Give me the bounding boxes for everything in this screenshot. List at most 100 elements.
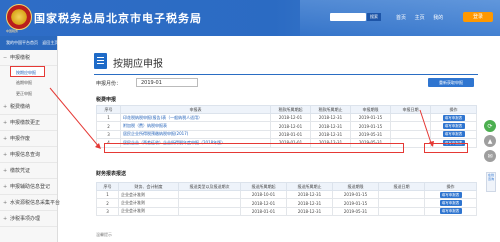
cell-period-start: 2018-01-01 <box>270 129 311 140</box>
sidebar-subitem-correct-declare[interactable]: 更正申报 <box>0 88 57 99</box>
col-header-submit-type: 报送类型以及报送期次 <box>178 182 241 191</box>
chat-icon[interactable]: ✉ <box>484 150 496 162</box>
cell-action: 填写申报表 <box>430 129 477 140</box>
logo-subtitle: 中国税务 <box>6 29 19 33</box>
cell-deadline: 2019-01-15 <box>332 198 379 208</box>
col-header-period-end: 报送所属期止 <box>286 182 333 191</box>
floating-toolbar: ⟳ ▲ ✉ <box>484 120 496 165</box>
sidebar-item-query[interactable]: 申报信息查询 <box>0 147 57 163</box>
sidebar: 我的中国平台首页 返回主页 申报缴税 按期应申报 逾期申报 更正申报 税费缴纳 … <box>0 36 60 242</box>
col-header-accounting: 财务、会计制度 <box>118 182 179 191</box>
col-header-submit-date: 报送日期 <box>378 182 425 191</box>
cell-index: 3 <box>96 206 119 217</box>
cell-deadline: 2019-01-15 <box>350 112 391 123</box>
cell-period-start: 2018-12-01 <box>240 198 287 208</box>
form-name-link[interactable]: 附加税（费）纳税申报表 <box>123 123 167 128</box>
fill-report-button[interactable]: 填写申报表 <box>439 208 462 215</box>
finance-table-header: 序号 财务、会计制度 报送类型以及报送期次 报送所属期起 报送所属期止 报送期限… <box>96 182 477 191</box>
cell-form: 附加税（费）纳税申报表 <box>120 121 271 131</box>
cell-period-end: 2018-12-31 <box>310 129 351 140</box>
tax-section-title: 税费申报 <box>96 97 117 103</box>
login-button[interactable]: 登录 <box>463 12 493 22</box>
sidebar-item-declare-pay[interactable]: 申报缴税 <box>0 50 57 66</box>
cell-submit-type <box>178 198 241 208</box>
cell-index: 2 <box>96 121 121 131</box>
table-row: 3 企业会计准则 2018-01-01 2018-12-31 2019-05-3… <box>96 206 477 217</box>
cell-submit-date <box>378 206 425 217</box>
sidebar-item-voucher[interactable]: 缴款凭证 <box>0 163 57 179</box>
search-input[interactable] <box>330 13 366 21</box>
refresh-declare-button[interactable]: 重新获取申报 <box>428 78 474 87</box>
cell-deadline: 2019-05-31 <box>332 206 379 217</box>
cell-declare-date <box>390 112 431 123</box>
top-link-mine[interactable]: 我的 <box>433 15 443 21</box>
col-header-deadline: 报送期限 <box>332 182 379 191</box>
header-bar: 中国税务 国家税务总局北京市电子税务局 搜索 首页 主页 我的 登录 <box>0 0 500 36</box>
cell-submit-date <box>378 189 425 200</box>
sidebar-item-void[interactable]: 申报作废 <box>0 131 57 147</box>
search-button[interactable]: 搜索 <box>367 13 381 21</box>
period-input[interactable]: 2019-01 <box>136 78 198 87</box>
table-row: 2 附加税（费）纳税申报表 2018-12-01 2018-12-31 2019… <box>96 121 477 131</box>
highlight-frame-button <box>424 143 468 153</box>
table-row-highlighted: 3 居民企业所得税预缴纳税申报(2017) 2018-01-01 2018-12… <box>96 129 477 140</box>
cell-action: 填写申报表 <box>424 198 477 208</box>
cell-index: 1 <box>96 112 121 123</box>
refresh-icon[interactable]: ⟳ <box>484 120 496 132</box>
document-icon <box>94 53 107 69</box>
sidebar-top-link-platform[interactable]: 我的中国平台首页 <box>6 40 38 45</box>
cell-period-start: 2018-01-01 <box>240 206 287 217</box>
fill-report-button[interactable]: 填写申报表 <box>439 200 462 207</box>
form-name-link[interactable]: 居民企业所得税预缴纳税申报(2017) <box>123 131 188 136</box>
cell-period-end: 2018-12-31 <box>310 112 351 123</box>
cell-declare-date <box>390 121 431 131</box>
period-label: 申报月份： <box>96 81 122 87</box>
col-header-declare-date: 申报日期 <box>390 105 431 114</box>
form-name-link[interactable]: 印花税纳税申报(报告)表（一般纳税人适用） <box>123 115 202 120</box>
fill-form-button[interactable]: 填写申报表 <box>442 131 465 138</box>
table-row: 1 印花税纳税申报(报告)表（一般纳税人适用） 2018-12-01 2018-… <box>96 112 477 123</box>
sidebar-subitem-period-declare[interactable]: 按期应申报 <box>10 66 45 77</box>
sidebar-item-water-resource[interactable]: 水资源税信息采集平台 <box>0 195 60 211</box>
cell-index: 2 <box>96 198 119 208</box>
cell-accounting: 企业会计准则 <box>118 198 179 208</box>
cell-form: 居民企业所得税预缴纳税申报(2017) <box>120 129 271 140</box>
cell-action: 填写申报表 <box>424 189 477 200</box>
sidebar-top-bar: 我的中国平台首页 返回主页 <box>0 36 58 50</box>
cell-index: 3 <box>96 129 121 140</box>
cell-action: 填写申报表 <box>430 112 477 123</box>
table-row: 1 企业会计准则 2018-10-01 2018-12-31 2019-01-1… <box>96 189 477 200</box>
cell-submit-type <box>178 189 241 200</box>
highlight-frame-row <box>104 143 404 153</box>
cell-deadline: 2019-01-15 <box>332 189 379 200</box>
cell-period-start: 2018-12-01 <box>270 112 311 123</box>
tip-note: 温馨提示 <box>96 232 112 237</box>
cell-period-start: 2018-10-01 <box>240 189 287 200</box>
back-to-top-icon[interactable]: ▲ <box>484 135 496 147</box>
col-header-period-start: 税款所属期起 <box>270 105 311 114</box>
page-title: 按期应申报 <box>113 59 163 70</box>
col-header-action: 操作 <box>430 105 477 114</box>
fill-form-button[interactable]: 填写申报表 <box>442 114 465 121</box>
online-consult-tab[interactable]: 在线咨询 <box>486 172 496 192</box>
tax-table: 序号 申报表 税款所属期起 税款所属期止 申报期限 申报日期 操作 1 印花税纳… <box>96 105 477 148</box>
cell-declare-date <box>390 129 431 140</box>
sidebar-top-link-back[interactable]: 返回主页 <box>42 40 58 45</box>
sidebar-item-tax-payment[interactable]: 税费缴纳 <box>0 99 57 115</box>
sidebar-item-aux-info[interactable]: 申报辅助信息登记 <box>0 179 57 195</box>
logo-emblem-icon[interactable] <box>6 4 32 30</box>
col-header-deadline: 申报期限 <box>350 105 391 114</box>
top-link-home[interactable]: 首页 <box>396 15 406 21</box>
cell-period-end: 2018-12-31 <box>286 206 333 217</box>
sidebar-item-tax-matters[interactable]: 涉税事项办理 <box>0 211 57 227</box>
cell-deadline: 2019-05-31 <box>350 129 391 140</box>
sidebar-item-correction[interactable]: 申报缴款更正 <box>0 115 57 131</box>
fill-form-button[interactable]: 填写申报表 <box>442 123 465 130</box>
sidebar-subitem-overdue-declare[interactable]: 逾期申报 <box>0 77 57 88</box>
table-row: 2 企业会计准则 2018-12-01 2018-12-31 2019-01-1… <box>96 198 477 208</box>
cell-accounting: 企业会计准则 <box>118 206 179 217</box>
top-link-main[interactable]: 主页 <box>415 15 425 21</box>
cell-action: 填写申报表 <box>430 121 477 131</box>
fill-report-button[interactable]: 填写申报表 <box>439 191 462 198</box>
col-header-index: 序号 <box>96 105 121 114</box>
